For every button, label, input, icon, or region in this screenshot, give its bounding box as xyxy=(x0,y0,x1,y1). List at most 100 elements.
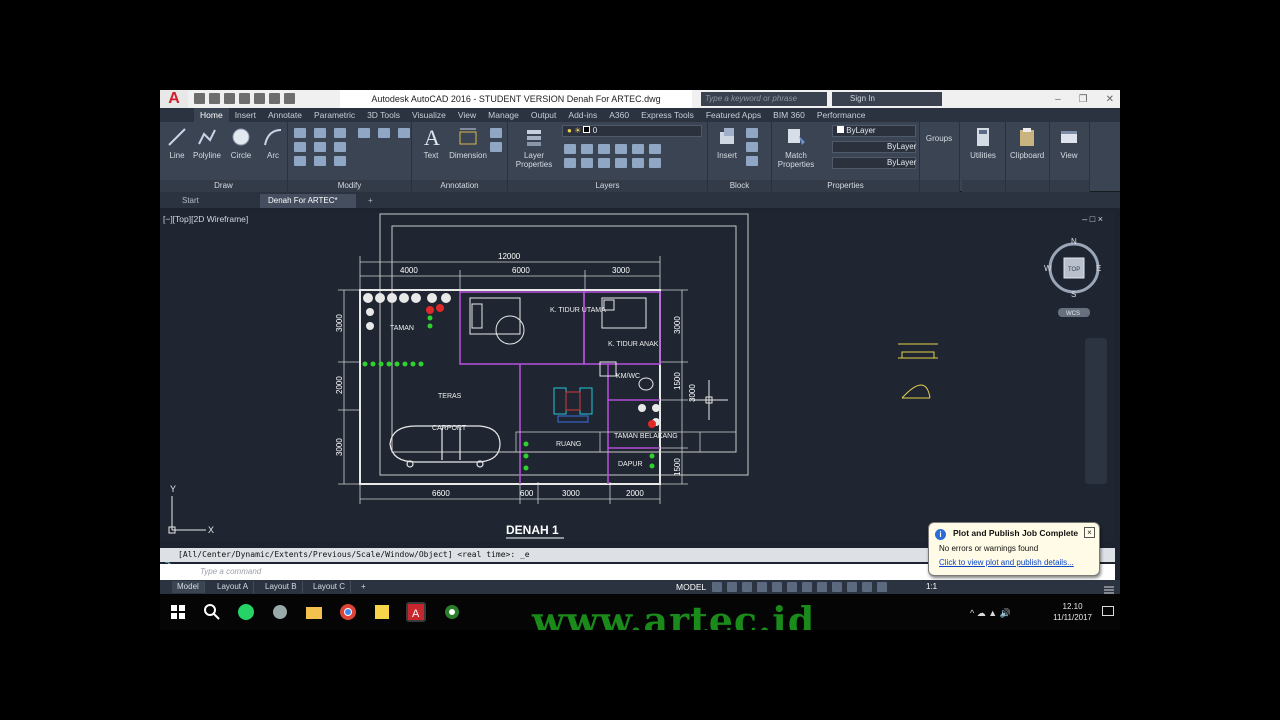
polyline-tool[interactable]: Polyline xyxy=(190,126,224,160)
application-menu-button[interactable]: A xyxy=(160,90,188,108)
stretch-icon[interactable] xyxy=(294,156,306,166)
explode-icon[interactable] xyxy=(378,128,390,138)
annotation-scale[interactable]: 1:1 xyxy=(926,581,937,593)
layers-panel-title[interactable]: Layers xyxy=(508,180,707,192)
tab-parametric[interactable]: Parametric xyxy=(308,108,361,122)
new-icon[interactable] xyxy=(194,93,205,104)
close-button[interactable]: ✕ xyxy=(1106,94,1114,105)
search-icon[interactable] xyxy=(202,602,222,622)
plot-icon[interactable] xyxy=(254,93,265,104)
insert-tool[interactable]: Insert xyxy=(710,126,744,160)
lineweight-icon[interactable] xyxy=(802,582,812,592)
utilities-tool[interactable]: Utilities xyxy=(966,126,1000,160)
search-input[interactable]: Type a keyword or phrase xyxy=(701,92,827,106)
layer-tool-7-icon[interactable] xyxy=(564,158,576,168)
annotation-visibility-icon[interactable] xyxy=(862,582,872,592)
linetype-dropdown[interactable]: ByLayer xyxy=(832,157,916,169)
copy-icon[interactable] xyxy=(294,142,306,152)
match-properties-tool[interactable]: Match Properties xyxy=(774,126,818,169)
windows-start-icon[interactable] xyxy=(168,602,188,622)
layer-tool-1-icon[interactable] xyxy=(564,144,576,154)
save-icon[interactable] xyxy=(224,93,235,104)
layer-properties-tool[interactable]: Layer Properties xyxy=(512,126,556,169)
draw-panel-title[interactable]: Draw xyxy=(160,180,287,192)
fillet-icon[interactable] xyxy=(334,142,346,152)
tab-performance[interactable]: Performance xyxy=(811,108,872,122)
properties-panel-title[interactable]: Properties xyxy=(772,180,919,192)
line-tool[interactable]: Line xyxy=(160,126,194,160)
auto-scale-icon[interactable] xyxy=(877,582,887,592)
lineweight-dropdown[interactable]: ByLayer xyxy=(832,141,916,153)
table-icon[interactable] xyxy=(490,142,502,152)
layer-tool-8-icon[interactable] xyxy=(581,158,593,168)
maximize-button[interactable]: ❐ xyxy=(1079,94,1088,105)
array-icon[interactable] xyxy=(334,156,346,166)
notification-details-link[interactable]: Click to view plot and publish details..… xyxy=(939,558,1074,567)
osnap-icon[interactable] xyxy=(772,582,782,592)
block-attr-icon[interactable] xyxy=(746,156,758,166)
circle-tool[interactable]: Circle xyxy=(224,126,258,160)
tab-add-ins[interactable]: Add-ins xyxy=(562,108,603,122)
snap-icon[interactable] xyxy=(727,582,737,592)
offset-icon[interactable] xyxy=(398,128,410,138)
color-dropdown[interactable]: ByLayer xyxy=(832,125,916,137)
file-tab-active[interactable]: Denah For ARTEC* × xyxy=(260,194,356,219)
layer-tool-11-icon[interactable] xyxy=(632,158,644,168)
undo-icon[interactable] xyxy=(269,93,280,104)
redo-icon[interactable] xyxy=(284,93,295,104)
tab-a360[interactable]: A360 xyxy=(603,108,635,122)
saveas-icon[interactable] xyxy=(239,93,250,104)
layer-tool-9-icon[interactable] xyxy=(598,158,610,168)
network-app-icon[interactable] xyxy=(270,602,290,622)
file-tab-start[interactable]: Start xyxy=(174,194,207,208)
layer-tool-12-icon[interactable] xyxy=(649,158,661,168)
sticky-notes-icon[interactable] xyxy=(372,602,392,622)
erase-icon[interactable] xyxy=(358,128,370,138)
modify-panel-title[interactable]: Modify xyxy=(288,180,411,192)
annotation-panel-title[interactable]: Annotation xyxy=(412,180,507,192)
groups-panel-title[interactable] xyxy=(920,180,959,192)
minimize-button[interactable]: – xyxy=(1055,94,1061,105)
otrack-icon[interactable] xyxy=(787,582,797,592)
utilities-panel-title[interactable] xyxy=(962,180,1005,192)
whatsapp-icon[interactable] xyxy=(236,602,256,622)
tab-output[interactable]: Output xyxy=(525,108,563,122)
layer-tool-4-icon[interactable] xyxy=(615,144,627,154)
create-block-icon[interactable] xyxy=(746,128,758,138)
transparency-icon[interactable] xyxy=(817,582,827,592)
autocad-taskbar-icon[interactable]: A xyxy=(406,602,426,622)
rotate-icon[interactable] xyxy=(314,128,326,138)
leader-icon[interactable] xyxy=(490,128,502,138)
tab-manage[interactable]: Manage xyxy=(482,108,525,122)
model-space-button[interactable]: MODEL xyxy=(676,581,706,593)
tab-view[interactable]: View xyxy=(452,108,482,122)
layout-tab-c[interactable]: Layout C xyxy=(308,581,352,593)
selection-cycling-icon[interactable] xyxy=(832,582,842,592)
tab-visualize[interactable]: Visualize xyxy=(406,108,452,122)
drawing-canvas[interactable]: [−][Top][2D Wireframe] – □ × 12000 4000 … xyxy=(160,212,1115,542)
tab-annotate[interactable]: Annotate xyxy=(262,108,308,122)
notification-close-button[interactable]: × xyxy=(1084,527,1095,538)
grid-icon[interactable] xyxy=(712,582,722,592)
signin-button[interactable]: Sign In xyxy=(832,92,942,106)
layer-tool-5-icon[interactable] xyxy=(632,144,644,154)
tab-insert[interactable]: Insert xyxy=(229,108,262,122)
layer-tool-3-icon[interactable] xyxy=(598,144,610,154)
clipboard-panel-title[interactable] xyxy=(1006,180,1049,192)
view-panel-title[interactable] xyxy=(1050,180,1089,192)
clipboard-tool[interactable]: Clipboard xyxy=(1010,126,1044,160)
file-explorer-icon[interactable] xyxy=(304,602,324,622)
taskbar-clock[interactable]: 12.10 11/11/2017 xyxy=(1053,601,1092,623)
chrome-icon[interactable] xyxy=(338,602,358,622)
arc-tool[interactable]: Arc xyxy=(256,126,290,160)
tab-featured-apps[interactable]: Featured Apps xyxy=(700,108,767,122)
action-center-icon[interactable] xyxy=(1102,606,1114,616)
scale-icon[interactable] xyxy=(314,156,326,166)
block-panel-title[interactable]: Block xyxy=(708,180,771,192)
annotation-monitor-icon[interactable] xyxy=(847,582,857,592)
layout-tab-model[interactable]: Model xyxy=(172,581,205,593)
customization-menu-icon[interactable] xyxy=(1104,582,1114,594)
text-tool[interactable]: A Text xyxy=(414,126,448,160)
add-layout-button[interactable]: + xyxy=(356,581,371,593)
navigation-bar[interactable] xyxy=(1085,338,1107,484)
